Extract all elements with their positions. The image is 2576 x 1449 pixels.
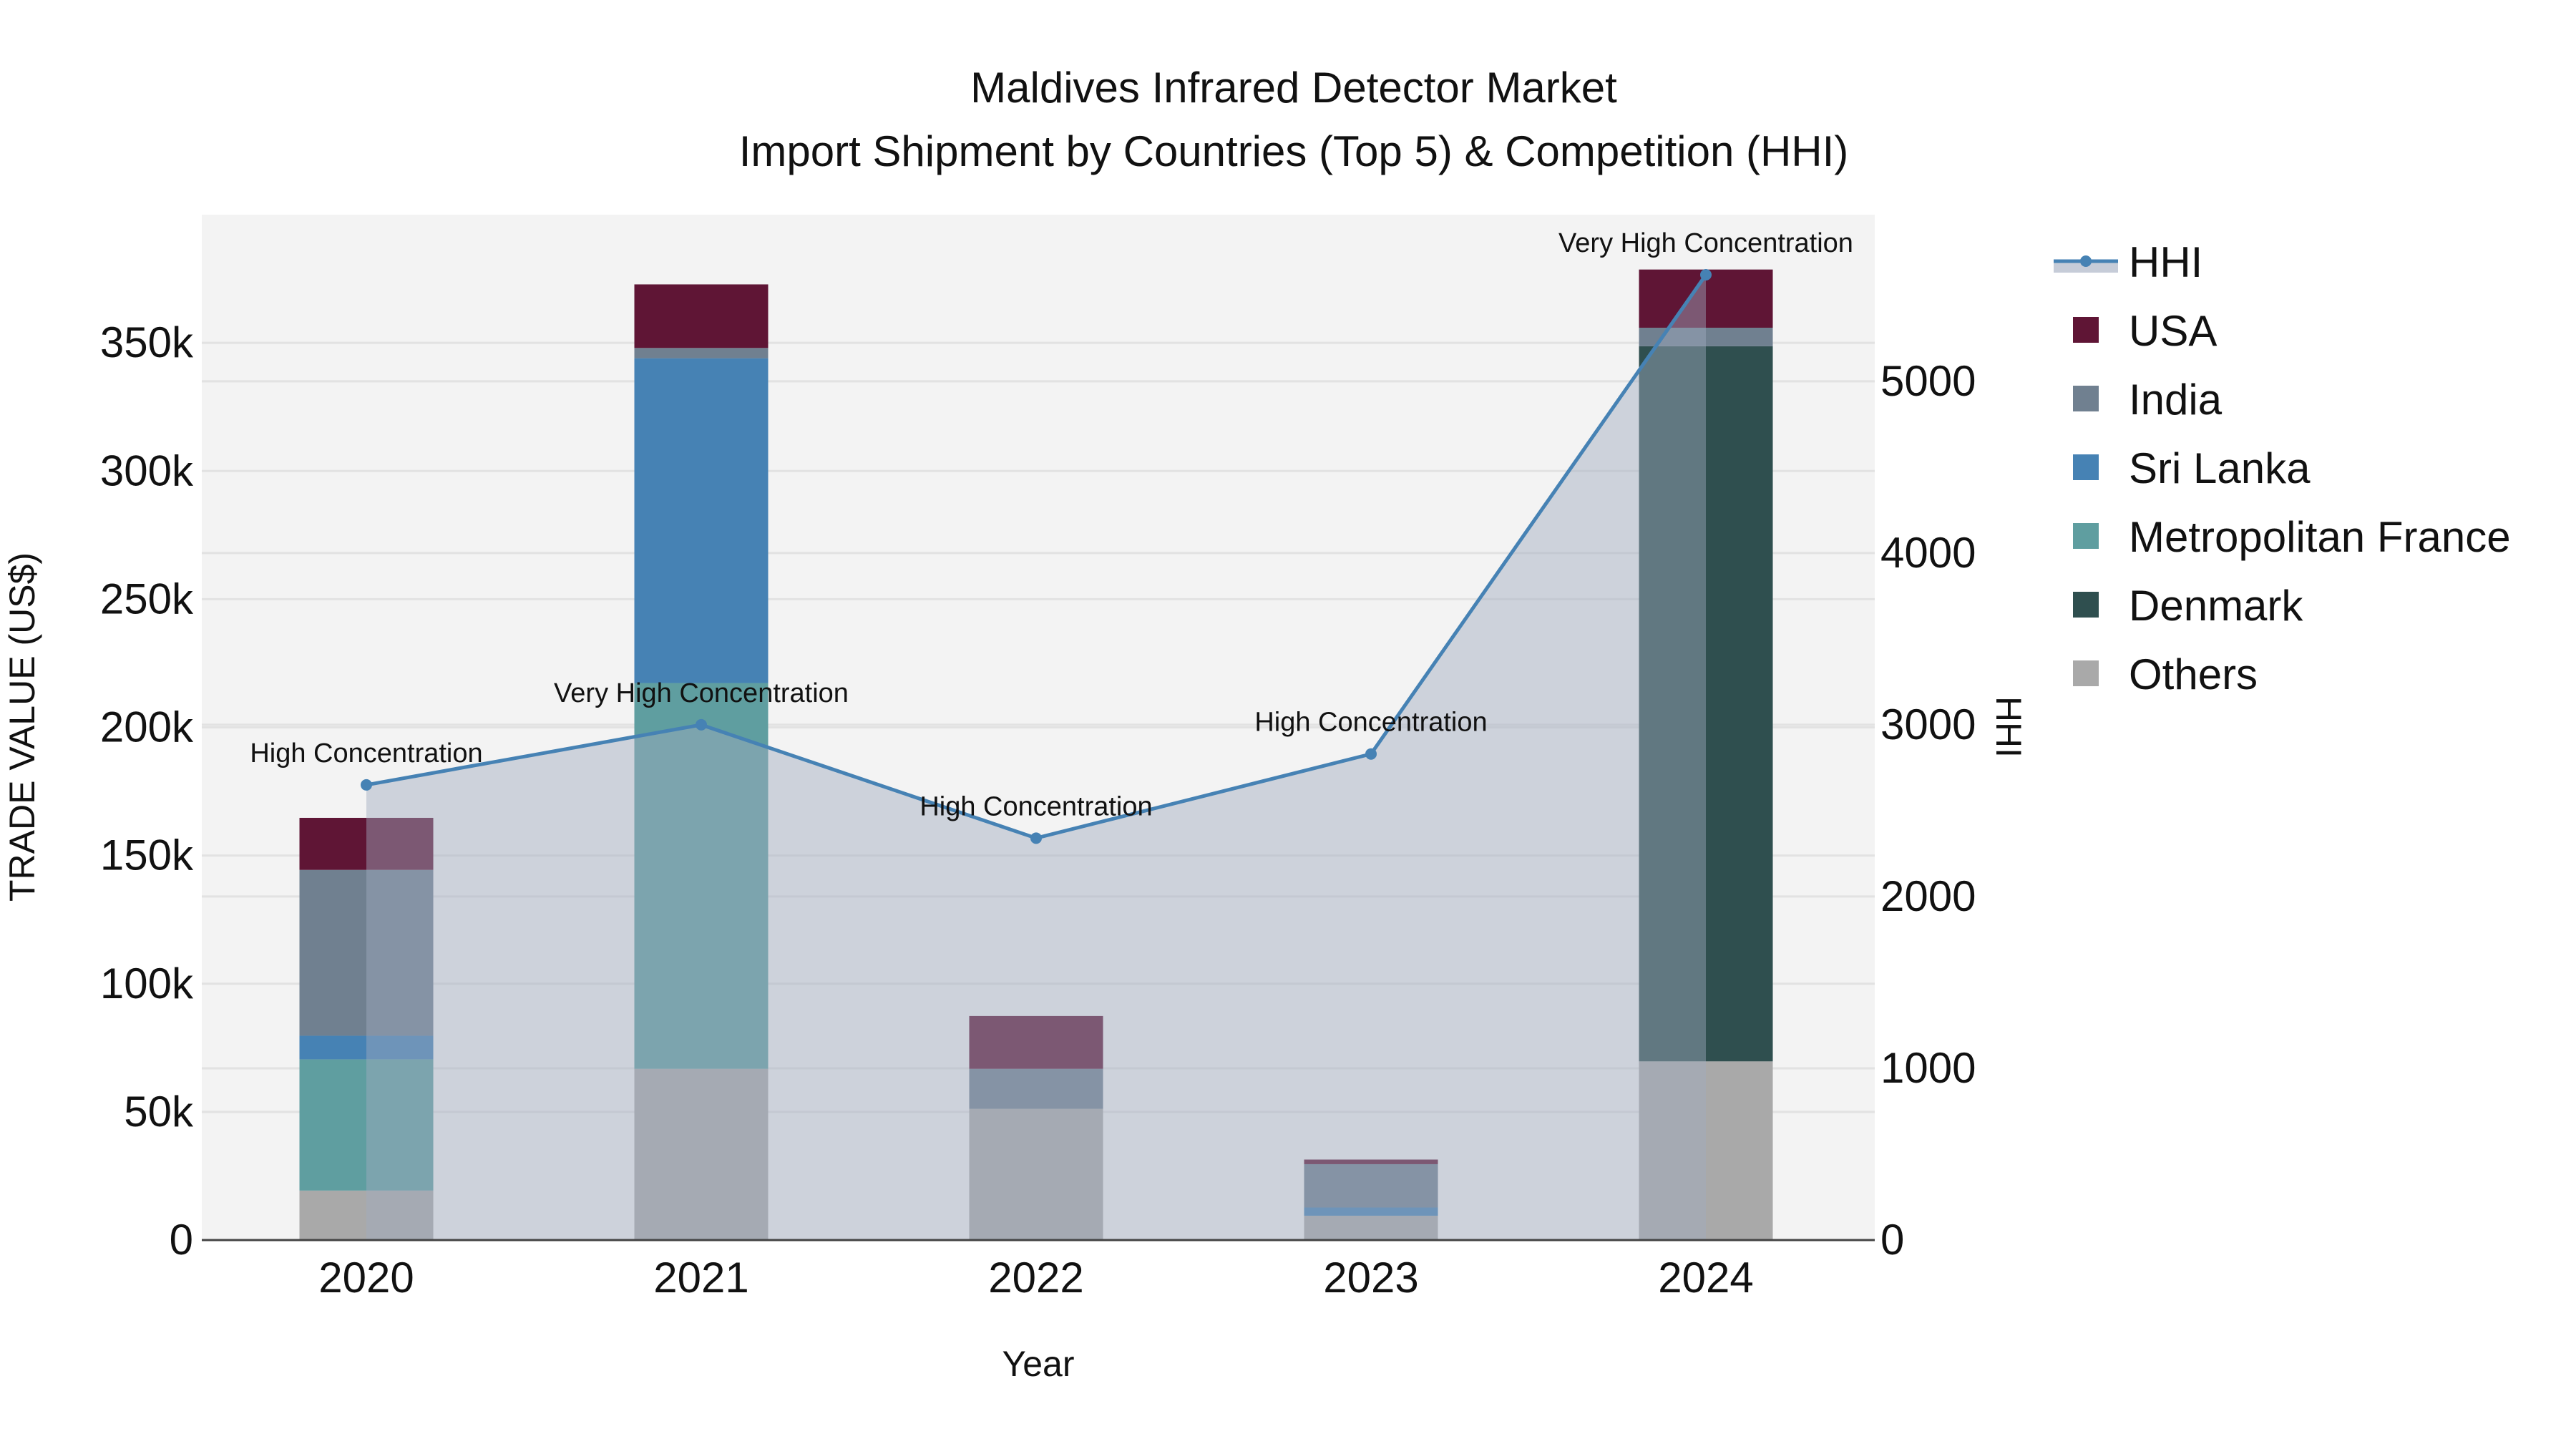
hhi-point-2023 [1365,748,1377,760]
y2-tick-label: 5000 [1880,357,1976,405]
y2-tick-label: 4000 [1880,529,1976,577]
x-tick-label: 2023 [1323,1254,1418,1302]
legend-item-denmark[interactable]: Denmark [2073,582,2303,630]
hhi-point-2021 [696,718,707,731]
legend-swatch [2073,523,2099,549]
legend-label: Metropolitan France [2129,513,2511,561]
legend-label: Denmark [2129,582,2303,630]
y-tick-label: 200k [100,703,194,751]
y-tick-label: 0 [170,1216,193,1264]
legend-swatch [2073,386,2099,411]
y2-axis-ticks: 0 1000 2000 3000 4000 5000 [1880,357,1976,1264]
legend-item-usa[interactable]: USA [2073,307,2217,355]
y2-tick-label: 3000 [1880,701,1976,748]
chart: Maldives Infrared Detector Market Import… [2,64,2511,1384]
y2-tick-label: 0 [1880,1216,1904,1264]
x-tick-label: 2021 [653,1254,748,1302]
bar-sri-lanka-2021 [634,358,769,683]
y-tick-label: 350k [100,318,194,366]
legend-label: Sri Lanka [2129,444,2311,492]
legend-label: USA [2129,307,2217,355]
chart-subtitle: Import Shipment by Countries (Top 5) & C… [739,127,1849,175]
y-tick-label: 250k [100,575,194,623]
hhi-point-2022 [1030,832,1042,844]
x-axis-ticks: 2020 2021 2022 2023 2024 [318,1254,1753,1302]
x-tick-label: 2022 [988,1254,1083,1302]
legend-label: Others [2129,650,2258,698]
y-axis-title: TRADE VALUE (US$) [2,552,42,902]
y-tick-label: 100k [100,960,194,1008]
hhi-annotation: High Concentration [250,738,482,769]
legend-label: HHI [2129,238,2202,286]
y-tick-label: 150k [100,831,194,879]
x-tick-label: 2024 [1658,1254,1753,1302]
hhi-point-2024 [1700,269,1712,281]
legend-swatch [2073,317,2099,343]
hhi-annotation: Very High Concentration [1558,228,1853,258]
y2-tick-label: 2000 [1880,872,1976,920]
legend-label: India [2129,376,2223,424]
hhi-point-2020 [361,779,372,791]
bar-usa-2021 [634,284,769,348]
legend: HHI USA India Sri Lanka Metropolitan France D… [2054,238,2511,698]
y-axis-ticks: 0 50k 100k 150k 200k 250k 300k 350k [100,318,194,1264]
legend-item-sri-lanka[interactable]: Sri Lanka [2073,444,2311,492]
y-tick-label: 50k [124,1088,194,1136]
legend-item-india[interactable]: India [2073,376,2223,424]
legend-item-hhi[interactable]: HHI [2054,238,2202,286]
y-tick-label: 300k [100,447,194,494]
y2-axis-title: HHI [1989,696,2029,758]
x-tick-label: 2020 [318,1254,414,1302]
legend-swatch [2073,454,2099,480]
legend-item-others[interactable]: Others [2073,650,2258,698]
y2-tick-label: 1000 [1880,1044,1976,1092]
hhi-annotation: Very High Concentration [554,678,849,708]
x-axis-title: Year [1002,1344,1074,1384]
bar-india-2021 [634,348,769,358]
legend-item-metropolitan-france[interactable]: Metropolitan France [2073,513,2511,561]
legend-swatch [2073,660,2099,686]
hhi-annotation: High Concentration [1254,708,1487,738]
hhi-annotation: High Concentration [919,791,1152,821]
chart-title: Maldives Infrared Detector Market [970,64,1617,112]
legend-swatch [2073,592,2099,618]
legend-swatch-hhi-marker [2080,255,2092,267]
